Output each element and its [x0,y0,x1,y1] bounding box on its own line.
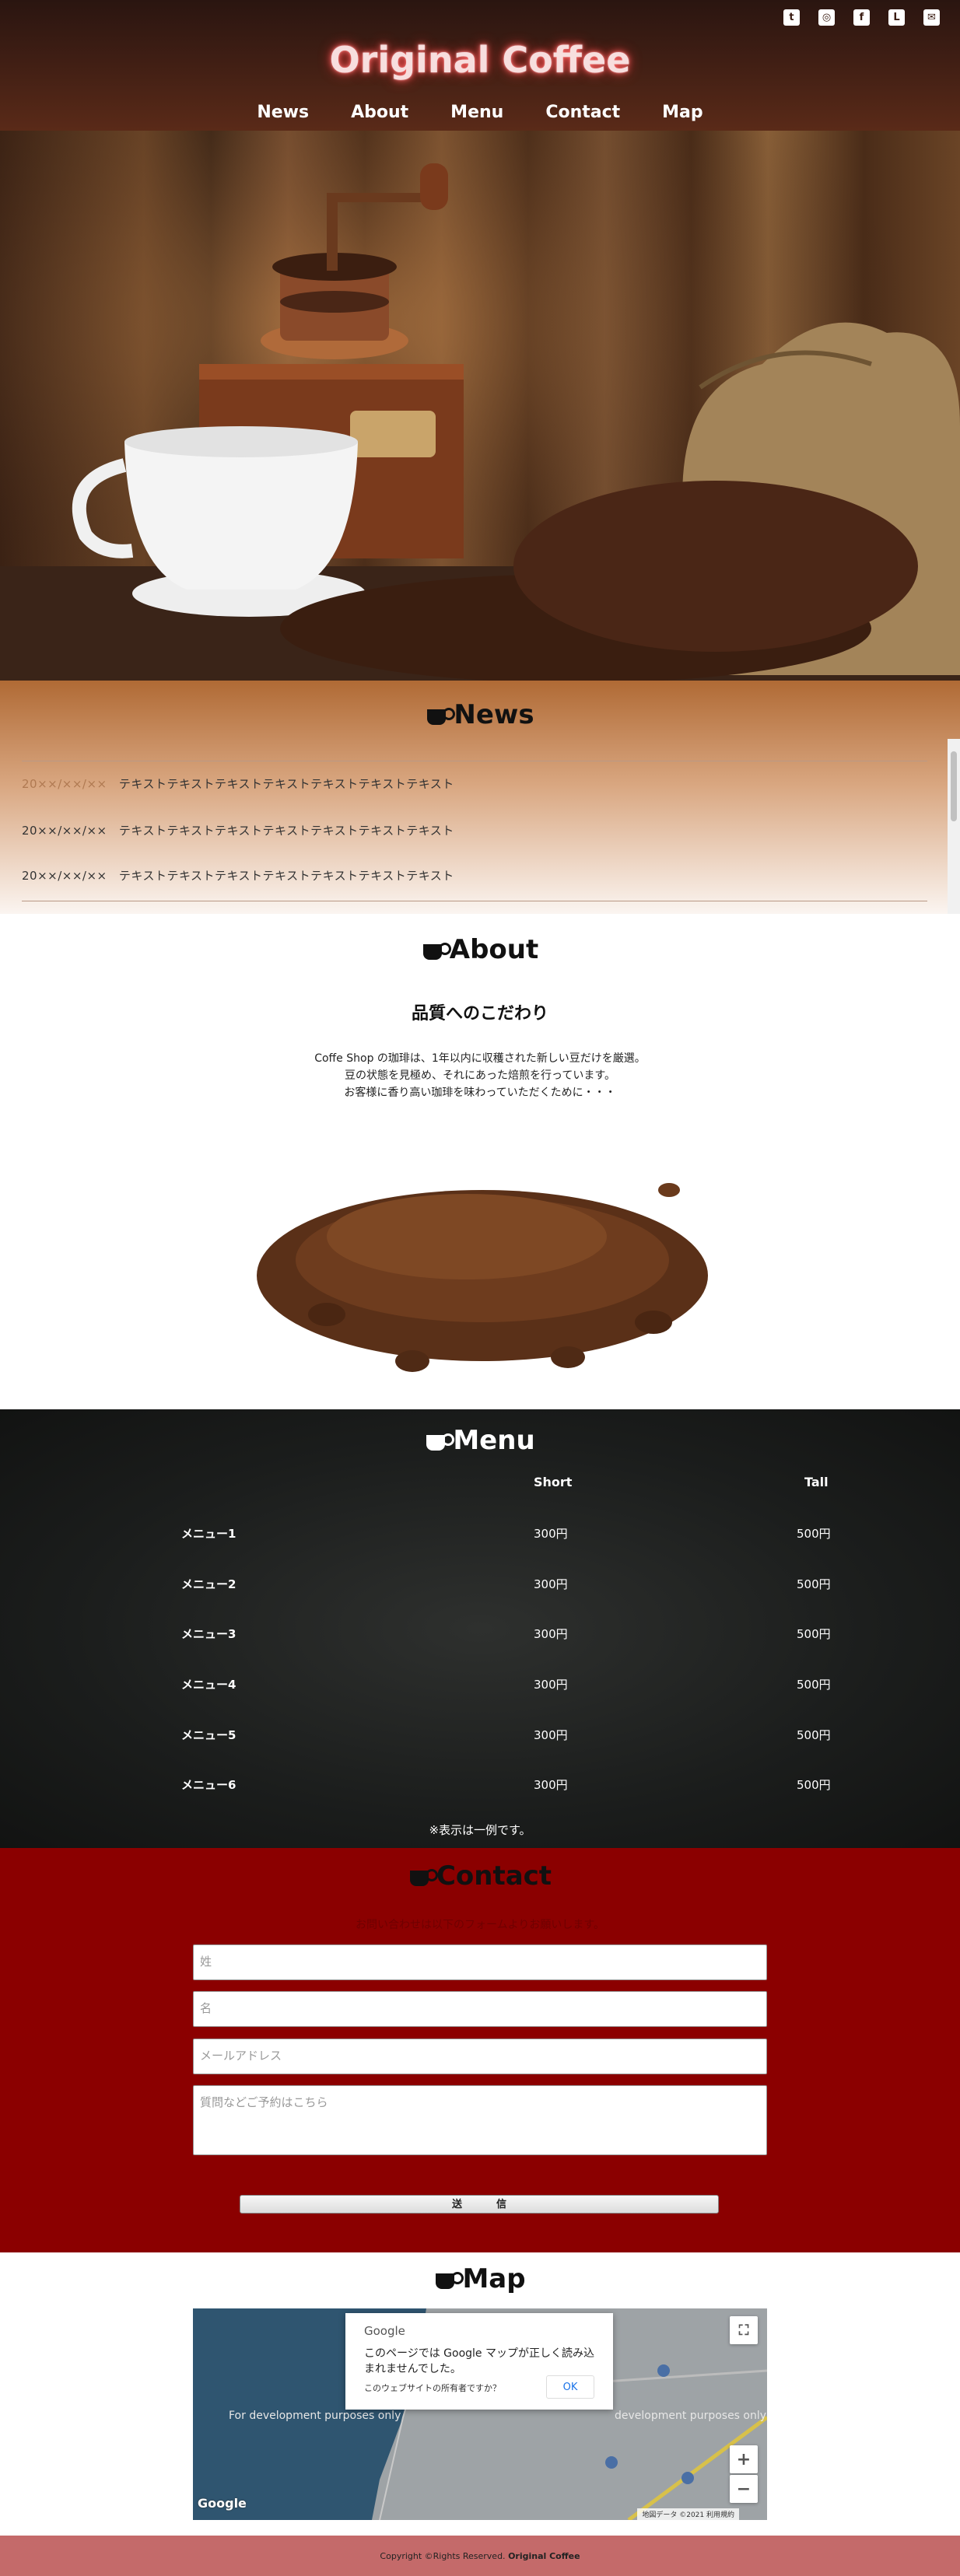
menu-price-tall: 500円 [797,1627,831,1641]
social-links: t ◎ f L ✉ [783,9,940,26]
news-title: News [454,699,534,730]
map-attribution[interactable]: 地図データ ©2021 利用規約 [637,2508,739,2520]
about-section: About 品質へのこだわり Coffe Shop の珈琲は、1年以内に収穫され… [0,914,960,1409]
about-text-line: お客様に香り高い珈琲を味わっていただくために・・・ [344,1087,616,1099]
news-scrollbar-thumb[interactable] [951,751,957,821]
google-logo: Google [198,2496,247,2511]
fullscreen-icon[interactable]: ⛶ [730,2316,758,2344]
menu-price-short: 300円 [534,1728,568,1742]
menu-price-short: 300円 [534,1678,568,1692]
coffee-cup-icon [422,938,451,960]
news-text: テキストテキストテキストテキストテキストテキストテキスト [118,869,454,883]
menu-column-short: Short [534,1475,573,1489]
google-brand: Google [364,2324,405,2338]
line-icon[interactable]: L [888,9,905,26]
menu-price-tall: 500円 [797,1778,831,1792]
news-text: テキストテキストテキストテキストテキストテキストテキスト [118,824,454,838]
menu-price-short: 300円 [534,1627,568,1641]
coffee-beans-image [257,1183,708,1372]
map-title: Map [462,2263,526,2294]
twitter-icon[interactable]: t [783,9,800,26]
zoom-out-button[interactable]: − [730,2475,758,2503]
copyright: Copyright ©Rights Reserved. Original Cof… [0,2551,960,2561]
nav-news[interactable]: News [257,103,309,122]
about-heading: About [0,934,960,965]
menu-price-tall: 500円 [797,1527,831,1541]
news-item[interactable]: 20××/××/×× テキストテキストテキストテキストテキストテキストテキスト [22,775,454,792]
news-item[interactable]: 20××/××/×× テキストテキストテキストテキストテキストテキストテキスト [22,867,454,884]
facebook-icon[interactable]: f [853,9,870,26]
nav-map[interactable]: Map [662,103,703,122]
map-heading: Map [0,2263,960,2294]
about-text-line: Coffe Shop の珈琲は、1年以内に収穫された新しい豆だけを厳選。 [314,1052,646,1065]
email-field[interactable]: メールアドレス [193,2039,767,2074]
message-textarea[interactable]: 質問などご予約はこちら [193,2085,767,2155]
menu-price-short: 300円 [534,1527,568,1541]
site-header: t ◎ f L ✉ Original Coffee News About Men… [0,0,960,131]
menu-heading: Menu [0,1425,960,1456]
site-title[interactable]: Original Coffee [0,39,960,81]
menu-item-name: メニュー1 [181,1527,236,1541]
last-name-field[interactable]: 姓 [193,1944,767,1980]
news-scrollbar[interactable] [948,739,960,918]
news-section: News 20××/××/×× テキストテキストテキストテキストテキストテキスト… [0,681,960,914]
menu-item-name: メニュー2 [181,1577,236,1591]
about-text-line: 豆の状態を見極め、それにあった焙煎を行っています。 [345,1069,615,1082]
menu-item-name: メニュー3 [181,1627,236,1641]
contact-heading: Contact [0,1860,960,1892]
menu-price-tall: 500円 [797,1577,831,1591]
contact-section: Contact お問い合わせは以下のフォームよりお願いします。 姓 名 メールア… [0,1848,960,2252]
menu-price-short: 300円 [534,1577,568,1591]
first-name-field[interactable]: 名 [193,1991,767,2027]
news-text: テキストテキストテキストテキストテキストテキストテキスト [118,777,454,791]
copyright-prefix: Copyright ©Rights Reserved. [380,2551,506,2561]
news-date: 20××/××/×× [22,824,107,838]
copyright-brand: Original Coffee [508,2551,580,2561]
about-title: About [449,934,539,965]
site-footer: Copyright ©Rights Reserved. Original Cof… [0,2536,960,2576]
menu-price-tall: 500円 [797,1678,831,1692]
contact-lead: お問い合わせは以下のフォームよりお願いします。 [356,1919,604,1931]
hero-image [0,131,960,681]
owner-link[interactable]: このウェブサイトの所有者ですか？ [364,2382,501,2394]
google-map[interactable]: For development purposes only developmen… [193,2308,767,2520]
instagram-icon[interactable]: ◎ [818,9,835,26]
news-date: 20××/××/×× [22,777,107,791]
ok-button[interactable]: OK [546,2375,594,2399]
menu-item-name: メニュー4 [181,1678,236,1692]
menu-title: Menu [453,1425,535,1456]
menu-item-name: メニュー5 [181,1728,236,1742]
nav-contact[interactable]: Contact [545,103,620,122]
coffee-cup-icon [434,2267,464,2289]
news-heading: News [0,699,960,730]
zoom-in-button[interactable]: + [730,2445,758,2473]
dev-watermark: development purposes only [615,2410,767,2422]
main-nav: News About Menu Contact Map [0,103,960,122]
menu-section: Menu Short Tall メニュー1 300円 500円 メニュー2 30… [0,1409,960,1848]
dev-watermark: For development purposes only [229,2410,401,2422]
nav-menu[interactable]: Menu [450,103,503,122]
coffee-cup-icon [426,703,456,725]
news-item[interactable]: 20××/××/×× テキストテキストテキストテキストテキストテキストテキスト [22,822,454,838]
coffee-hero-illustration [0,131,960,681]
coffee-cup-icon [408,1864,438,1886]
menu-price-tall: 500円 [797,1728,831,1742]
news-date: 20××/××/×× [22,869,107,883]
coffee-cup-icon [425,1429,455,1451]
contact-title: Contact [436,1860,552,1892]
menu-note: ※表示は一例です。 [429,1823,531,1837]
nav-about[interactable]: About [351,103,408,122]
about-subtitle: 品質へのこだわり [411,1004,548,1024]
submit-button[interactable]: 送信 [240,2195,719,2214]
map-error-message: このページでは Google マップが正しく読み込まれませんでした。 [364,2347,594,2375]
menu-price-short: 300円 [534,1778,568,1792]
map-error-dialog: Google このページでは Google マップが正しく読み込まれませんでした… [345,2313,613,2410]
map-section: Map For development purposes only develo… [0,2252,960,2536]
menu-column-tall: Tall [804,1475,829,1489]
mail-icon[interactable]: ✉ [923,9,940,26]
menu-item-name: メニュー6 [181,1778,236,1792]
